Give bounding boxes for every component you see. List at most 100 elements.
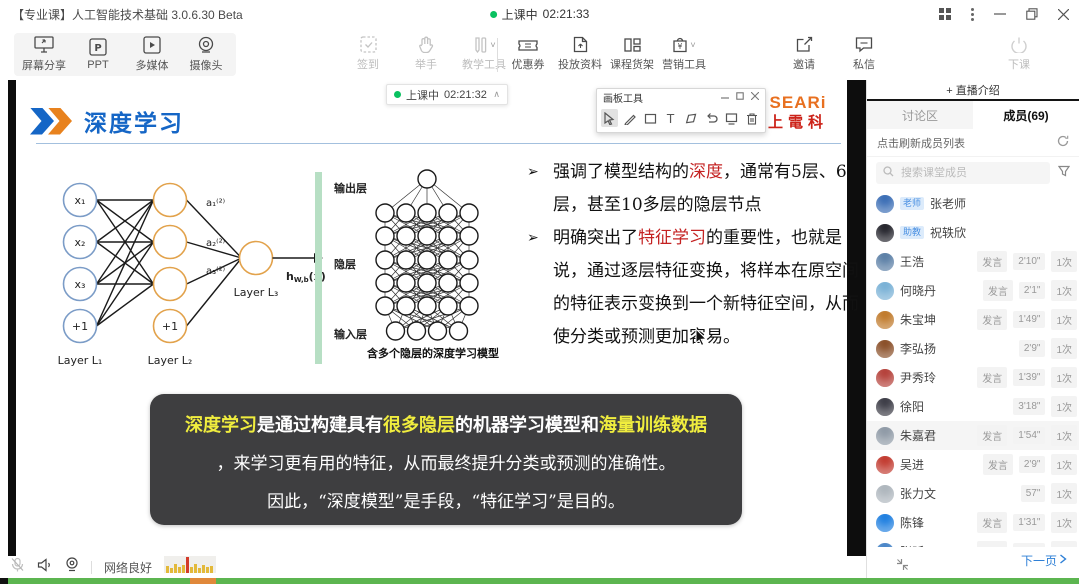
media-button[interactable]: 多媒体 [130,36,174,73]
taskbar-orange-segment [190,578,216,584]
dm-label: 私信 [853,56,875,72]
minimize-button[interactable] [994,8,1006,20]
check-in-button[interactable]: 签到 [346,36,390,72]
member-row: 徐阳 3'18" 1次 [867,392,1079,421]
end-class-label: 下课 [1008,56,1030,72]
speak-button[interactable]: 发言 [977,251,1007,272]
member-search-input[interactable] [899,166,1043,180]
bullet-arrow-icon: ➢ [527,156,539,189]
diagram-divider-strip [315,172,322,364]
member-row: 老师 张老师 [867,189,1079,218]
speak-count-chip: 1次 [1051,512,1077,533]
pen-tool[interactable] [621,109,638,127]
check-in-icon [360,36,377,53]
speak-button[interactable]: 发言 [977,309,1007,330]
member-row: 张力文 57" 1次 [867,479,1079,508]
speak-button[interactable]: 发言 [983,454,1013,475]
eraser-tool[interactable] [683,109,700,127]
member-name: 张力文 [900,485,936,502]
member-row: 助教 祝轶欣 [867,218,1079,247]
microphone-muted-icon[interactable] [10,557,25,577]
next-page-link[interactable]: 下一页 [1021,552,1057,569]
text-tool[interactable]: T [662,109,679,127]
next-page-arrow-icon[interactable] [1059,553,1067,567]
member-name: 张老师 [930,195,966,212]
screen-share-button[interactable]: 屏幕分享 [22,36,66,73]
right-sidebar: + 直播介绍 讨论区 成员(69) 点击刷新成员列表 老师 张老师 助教 祝轶欣 [866,80,1079,578]
coupon-icon [518,37,538,53]
invite-button[interactable]: 邀请 [782,36,826,72]
dm-button[interactable]: 私信 [842,36,886,72]
avatar [876,224,894,242]
audio-waveform [164,556,216,578]
select-cursor-tool[interactable] [601,109,618,127]
tab-members[interactable]: 成员(69) [973,101,1079,129]
end-class-button[interactable]: 下课 [997,36,1041,72]
speak-button[interactable]: 发言 [977,541,1007,547]
shelf-button[interactable]: 课程货架 [610,36,654,72]
rectangle-tool[interactable] [642,109,659,127]
speak-button[interactable]: 发言 [977,425,1007,446]
tab-discussion[interactable]: 讨论区 [867,101,973,129]
speak-count-chip: 1次 [1051,454,1077,475]
member-search-box[interactable] [876,162,1050,184]
svg-text:+1: +1 [72,320,88,333]
panel-maximize-icon[interactable] [736,92,744,103]
apps-grid-icon[interactable] [939,8,951,20]
speak-duration-chip: 2'1" [1019,282,1046,299]
svg-text:P: P [94,43,101,54]
refresh-members-button[interactable]: 点击刷新成员列表 [867,129,1079,157]
camera-button[interactable]: 摄像头 [184,36,228,73]
raise-hand-button[interactable]: 举手 [404,36,448,72]
speak-button[interactable]: 发言 [977,367,1007,388]
clear-trash-tool[interactable] [744,109,761,127]
member-row: 李弘扬 2'9" 1次 [867,334,1079,363]
undo-tool[interactable] [703,109,720,127]
member-name: 李弘扬 [900,340,936,357]
screen-share-label: 屏幕分享 [22,57,66,73]
speak-duration-chip: 2'10" [1013,253,1045,270]
floating-timer[interactable]: 上课中 02:21:32 ∧ [386,84,508,105]
more-menu-icon[interactable] [971,8,974,21]
close-button[interactable] [1058,9,1069,20]
avatar [876,427,894,445]
board-tools-panel: 画板工具 T [596,88,766,133]
live-intro-button[interactable]: + 直播介绍 [867,80,1079,101]
speak-duration-chip: 1'39" [1013,369,1045,386]
speak-count-chip: 1次 [1051,367,1077,388]
materials-button[interactable]: 投放资料 [558,36,602,72]
chat-bubble-icon [855,36,873,53]
speak-button[interactable]: 发言 [983,280,1013,301]
restore-button[interactable] [1026,8,1038,20]
teaching-tools-button[interactable]: ˅ 教学工具 [462,36,506,72]
member-name: 陈锋 [900,514,924,531]
panel-minimize-icon[interactable] [721,92,729,103]
pill-time: 02:21:32 [444,89,487,101]
speaker-icon[interactable] [37,558,53,577]
hidden-layer-label: 隐层 [334,256,356,272]
collapse-chevron-icon[interactable]: ∧ [493,89,500,100]
speak-count-chip: 1次 [1051,251,1077,272]
svg-text:¥: ¥ [678,42,683,51]
speak-button[interactable]: 发言 [977,512,1007,533]
window-title: 【专业课】人工智能技术基础 3.0.6.30 Beta [0,6,243,23]
coupon-button[interactable]: 优惠券 [506,36,550,72]
collapse-panel-icon[interactable] [896,558,909,576]
shelf-label: 课程货架 [610,56,654,72]
output-layer-label: 输出层 [334,180,367,196]
marketing-tools-button[interactable]: ¥˅ 营销工具 [662,36,706,72]
board-tool[interactable] [723,109,740,127]
member-name: 王浩 [900,253,924,270]
taskbar-dark-segment [0,578,8,584]
filter-funnel-icon[interactable] [1058,164,1070,182]
ppt-icon: P [89,38,107,56]
definition-line: ，来学习更有用的特征，从而最终提升分类或预测的准确性。 [150,445,742,483]
speak-duration-chip: 3'18" [1013,398,1045,415]
refresh-icon[interactable] [1057,135,1069,150]
member-name: 朱嘉君 [900,427,936,444]
webcam-icon[interactable] [65,557,79,577]
panel-close-icon[interactable] [751,92,759,103]
member-name: 祝轶欣 [930,224,966,241]
ppt-button[interactable]: P PPT [76,36,120,73]
speak-count-chip: 1次 [1051,483,1077,504]
